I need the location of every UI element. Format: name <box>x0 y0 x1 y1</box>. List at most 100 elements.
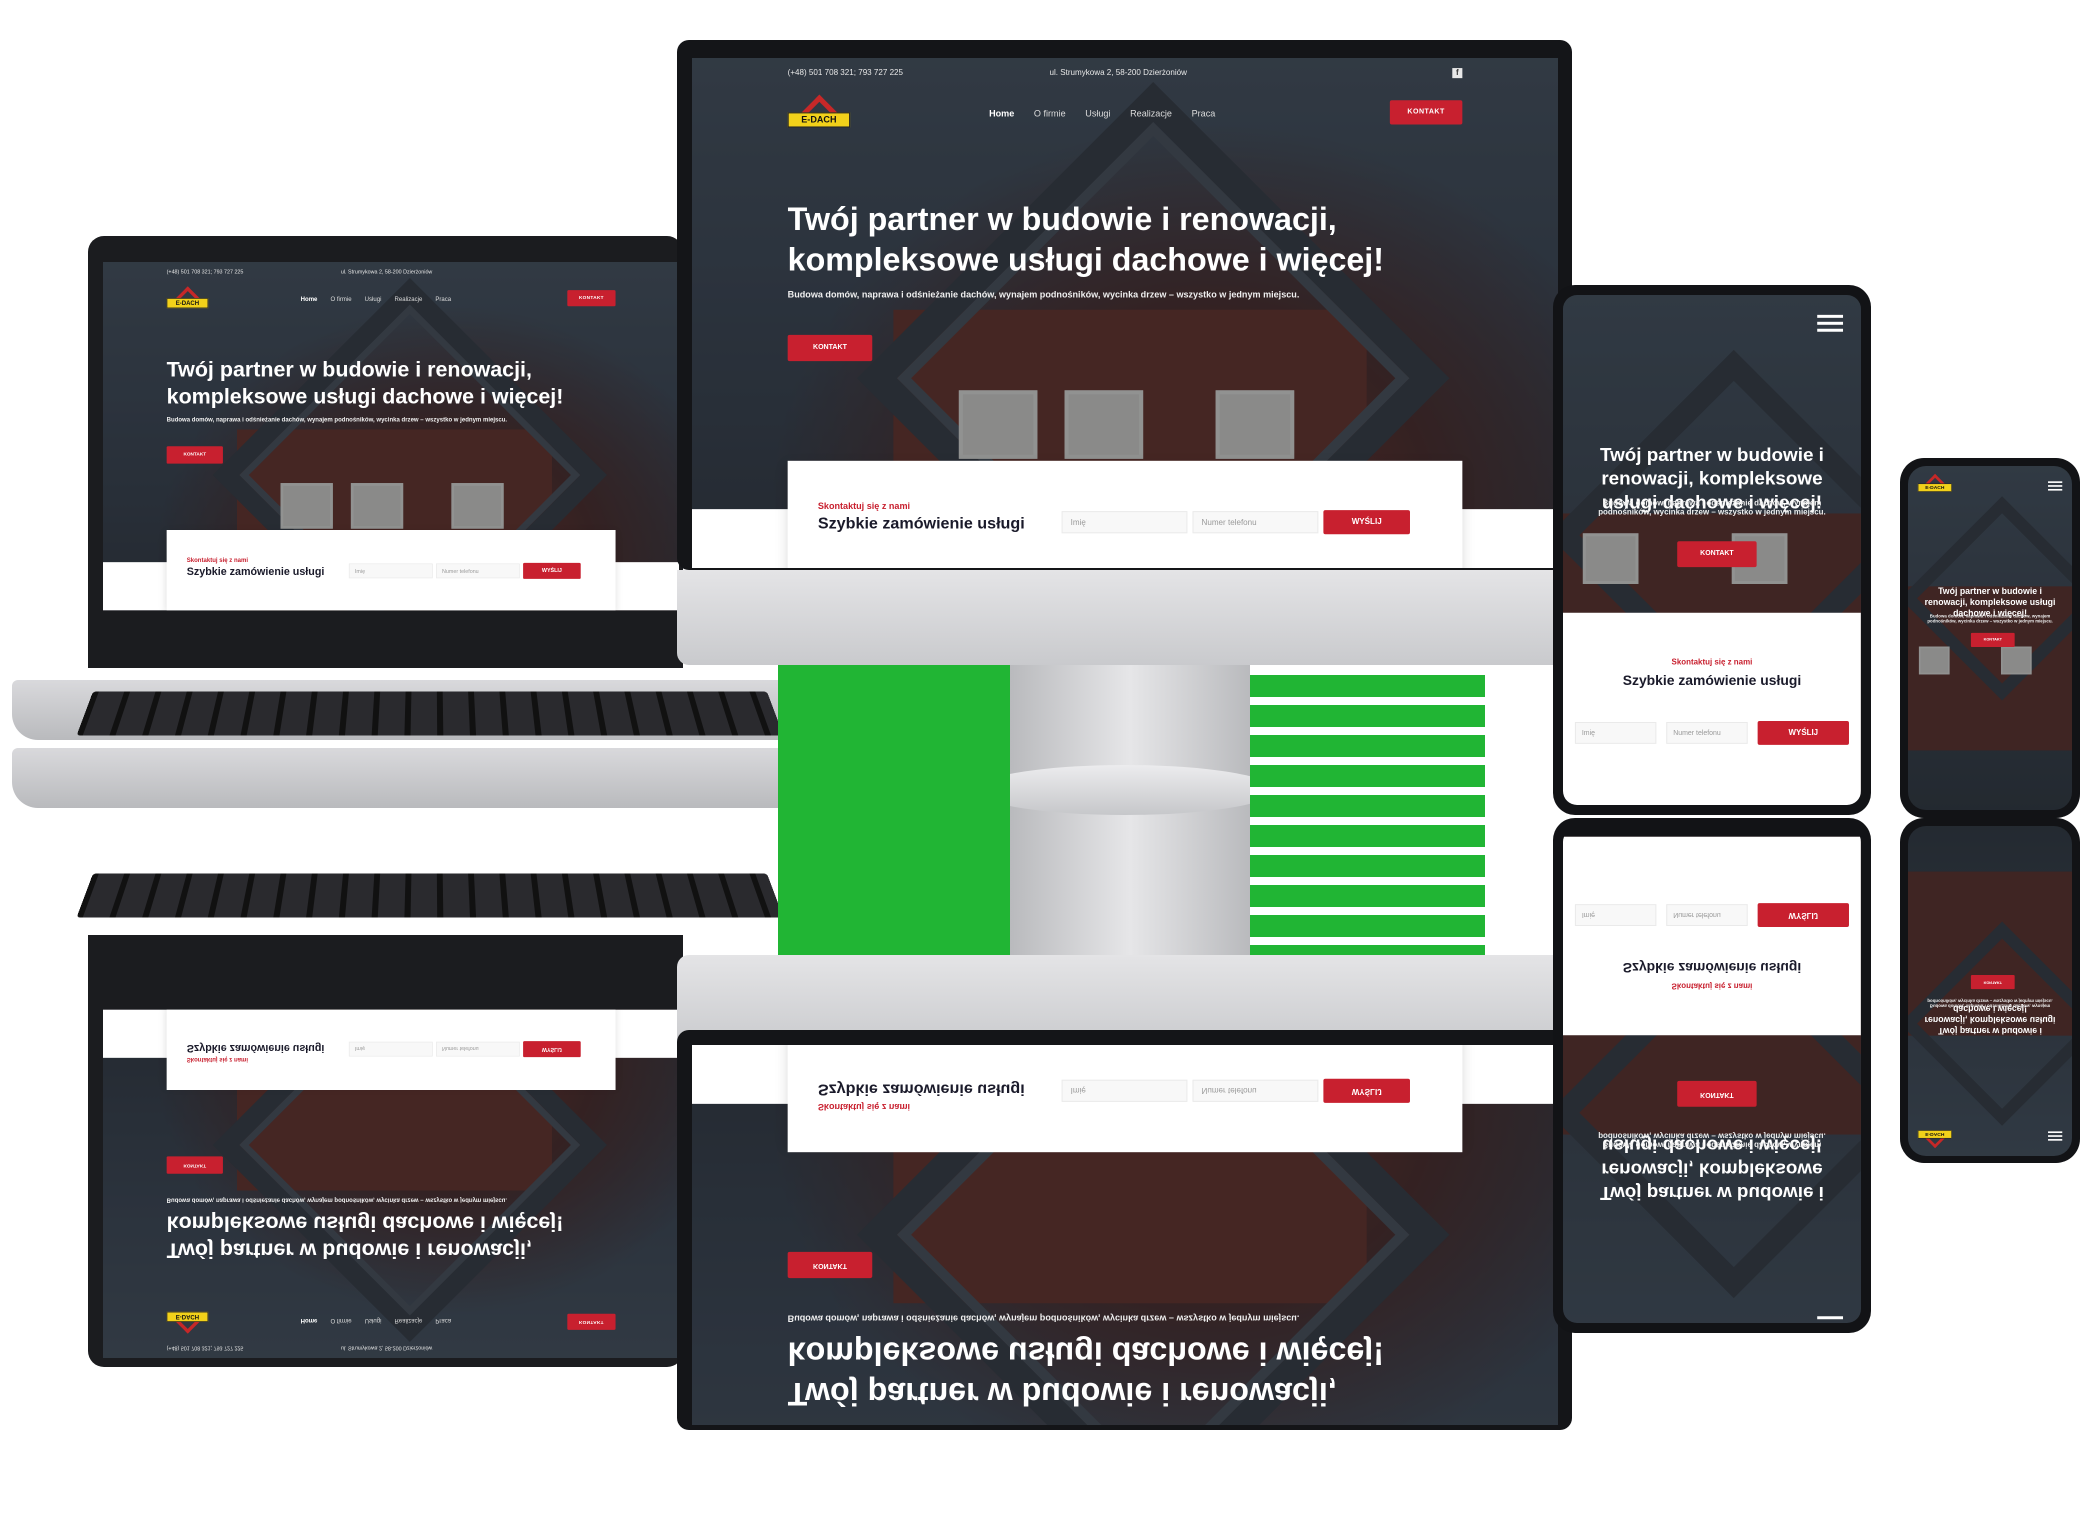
logo-text: E-DACH <box>166 1311 209 1322</box>
quick-order-form: Skontaktuj się z nami Szybkie zamówienie… <box>1563 612 1861 805</box>
hero-contact-button[interactable]: KONTAKT <box>1677 541 1757 568</box>
name-input[interactable]: Imię <box>348 563 433 579</box>
green-panel-right <box>1250 675 1485 955</box>
logo[interactable]: E-DACH <box>1917 473 1956 495</box>
hero-contact-button: KONTAKT <box>787 1251 873 1279</box>
topbar-address: ul. Strumykowa 2, 58-200 Dzierżoniów <box>1049 68 1187 78</box>
form-kicker: Skontaktuj się z nami <box>1671 981 1753 991</box>
topbar-phone[interactable]: (+48) 501 708 321; 793 727 225 <box>167 269 244 275</box>
tablet-screen: Twój partner w budowie i renowacji, komp… <box>1563 295 1861 805</box>
website-desktop: (+48) 501 708 321; 793 727 225 ul. Strum… <box>692 58 1558 568</box>
nav-o-firmie[interactable]: O firmie <box>1034 108 1066 118</box>
name-input[interactable]: Imię <box>1061 511 1188 534</box>
nav-home[interactable]: Home <box>301 296 318 303</box>
nav-o-firmie[interactable]: O firmie <box>330 296 351 303</box>
nav-home[interactable]: Home <box>989 108 1014 118</box>
nav-praca: Praca <box>435 1317 452 1325</box>
phone-screen: E-DACH Twój partner w budowie i renowacj… <box>1908 466 2072 810</box>
phone-input[interactable]: Numer telefonu <box>1666 721 1748 744</box>
top-bar: (+48) 501 708 321; 793 727 225 ul. Strum… <box>167 1342 616 1351</box>
logo[interactable]: E-DACH <box>166 286 214 312</box>
form-kicker: Skontaktuj się z nami <box>186 556 249 564</box>
form-title: Szybkie zamówienie usługi <box>1622 672 1802 689</box>
form-kicker: Skontaktuj się z nami <box>817 1101 911 1112</box>
website-mobile-reflection: E-DACH Twój partner w budowie i renowacj… <box>1908 826 2072 1156</box>
topbar-address: ul. Strumykowa 2, 58-200 Dzierżoniów <box>340 1345 433 1352</box>
phone-input[interactable]: Numer telefonu <box>1192 511 1319 534</box>
hero-title: Twój partner w budowie i renowacji, komp… <box>166 357 564 409</box>
main-menu: Home O firmie Usługi Realizacje Praca <box>989 108 1232 118</box>
nav-realizacje[interactable]: Realizacje <box>395 296 423 303</box>
nav-o-firmie: O firmie <box>330 1317 352 1325</box>
hero-contact-button: KONTAKT <box>1677 1080 1757 1107</box>
logo[interactable]: E-DACH <box>787 94 858 134</box>
form-title: Szybkie zamówienie usługi <box>186 566 325 578</box>
facebook-icon[interactable]: f <box>1452 68 1463 79</box>
laptop-keyboard-reflection <box>76 873 784 918</box>
logo: E-DACH <box>1917 1127 1956 1149</box>
top-bar: (+48) 501 708 321; 793 727 225 ul. Strum… <box>788 68 1463 82</box>
form-title: Szybkie zamówienie usługi <box>186 1042 325 1054</box>
website-desktop-reflection: Twój partner w budowie i renowacji, komp… <box>692 1045 1558 1425</box>
hamburger-icon[interactable] <box>2048 481 2063 491</box>
green-panel-left <box>778 665 1010 955</box>
send-button[interactable]: WYŚLIJ <box>1323 510 1410 535</box>
contact-button[interactable]: KONTAKT <box>1389 100 1463 125</box>
nav-realizacje[interactable]: Realizacje <box>1130 108 1172 118</box>
hero-contact-button[interactable]: KONTAKT <box>787 334 873 362</box>
nav-uslugi[interactable]: Usługi <box>365 296 382 303</box>
hero-overlay <box>1908 826 2072 1156</box>
send-button[interactable]: WYŚLIJ <box>1757 720 1849 745</box>
name-input[interactable]: Imię <box>1574 721 1657 744</box>
nav-praca[interactable]: Praca <box>435 296 451 303</box>
phone-input[interactable]: Numer telefonu <box>435 563 520 579</box>
contact-button: KONTAKT <box>567 1313 616 1330</box>
form-kicker: Skontaktuj się z nami <box>1671 657 1753 667</box>
hero-title: Twój partner w budowie i renowacji, komp… <box>787 200 1384 278</box>
hero-contact-button[interactable]: KONTAKT <box>166 446 223 464</box>
send-button[interactable]: WYŚLIJ <box>523 562 581 579</box>
name-input: Imię <box>1574 904 1657 927</box>
hero-title: Twój partner w budowie i renowacji, komp… <box>166 1211 564 1263</box>
hero-subtitle: Budowa domów, naprawa i odśnieżanie dach… <box>1598 1131 1826 1150</box>
contact-button[interactable]: KONTAKT <box>567 290 616 307</box>
navbar: E-DACH Home O firmie Usługi Realizacje P… <box>166 1308 616 1334</box>
send-button: WYŚLIJ <box>523 1041 581 1058</box>
hero-subtitle: Budowa domów, naprawa i odśnieżanie dach… <box>166 416 508 423</box>
form-title: Szybkie zamówienie usługi <box>1622 959 1802 976</box>
nav-praca[interactable]: Praca <box>1192 108 1216 118</box>
logo-text: E-DACH <box>166 298 209 309</box>
navbar: E-DACH <box>1917 1127 1962 1149</box>
nav-realizacje: Realizacje <box>394 1317 423 1325</box>
form-kicker: Skontaktuj się z nami <box>186 1056 249 1064</box>
laptop-keyboard <box>76 691 784 736</box>
hero-contact-button[interactable]: KONTAKT <box>1970 632 2015 648</box>
monitor-foot <box>975 765 1275 815</box>
logo: E-DACH <box>166 1308 214 1334</box>
topbar-phone[interactable]: (+48) 501 708 321; 793 727 225 <box>788 68 903 77</box>
phone-input: Numer telefonu <box>1666 904 1748 927</box>
hero-subtitle: Budowa domów, naprawa i odśnieżanie dach… <box>1927 998 2053 1009</box>
name-input: Imię <box>1061 1079 1188 1102</box>
form-kicker: Skontaktuj się z nami <box>817 501 911 512</box>
logo-text: E-DACH <box>787 112 851 128</box>
website-desktop-reflection: (+48) 501 708 321; 793 727 225 ul. Strum… <box>103 1009 679 1358</box>
logo-text: E-DACH <box>1917 483 1952 492</box>
form-title: Szybkie zamówienie usługi <box>817 515 1025 533</box>
topbar-phone: (+48) 501 708 321; 793 727 225 <box>166 1345 244 1352</box>
nav-home: Home <box>300 1317 318 1325</box>
nav-uslugi: Usługi <box>364 1317 382 1325</box>
website-desktop: (+48) 501 708 321; 793 727 225 ul. Strum… <box>103 262 679 611</box>
laptop-screen: (+48) 501 708 321; 793 727 225 ul. Strum… <box>103 262 679 661</box>
hero-contact-button: KONTAKT <box>166 1156 223 1174</box>
main-menu: Home O firmie Usługi Realizacje Praca <box>301 296 463 303</box>
name-input: Imię <box>348 1041 433 1057</box>
phone-input: Numer telefonu <box>435 1041 520 1057</box>
hero-subtitle: Budowa domów, naprawa i odśnieżanie dach… <box>787 289 1300 300</box>
website-mobile: E-DACH Twój partner w budowie i renowacj… <box>1908 466 2072 810</box>
nav-uslugi[interactable]: Usługi <box>1085 108 1110 118</box>
hamburger-icon[interactable] <box>1817 314 1844 333</box>
navbar: E-DACH Home O firmie Usługi Realizacje P… <box>166 286 616 312</box>
navbar: E-DACH Home O firmie Usługi Realizacje P… <box>787 94 1463 134</box>
laptop-base-reflection <box>12 748 842 808</box>
